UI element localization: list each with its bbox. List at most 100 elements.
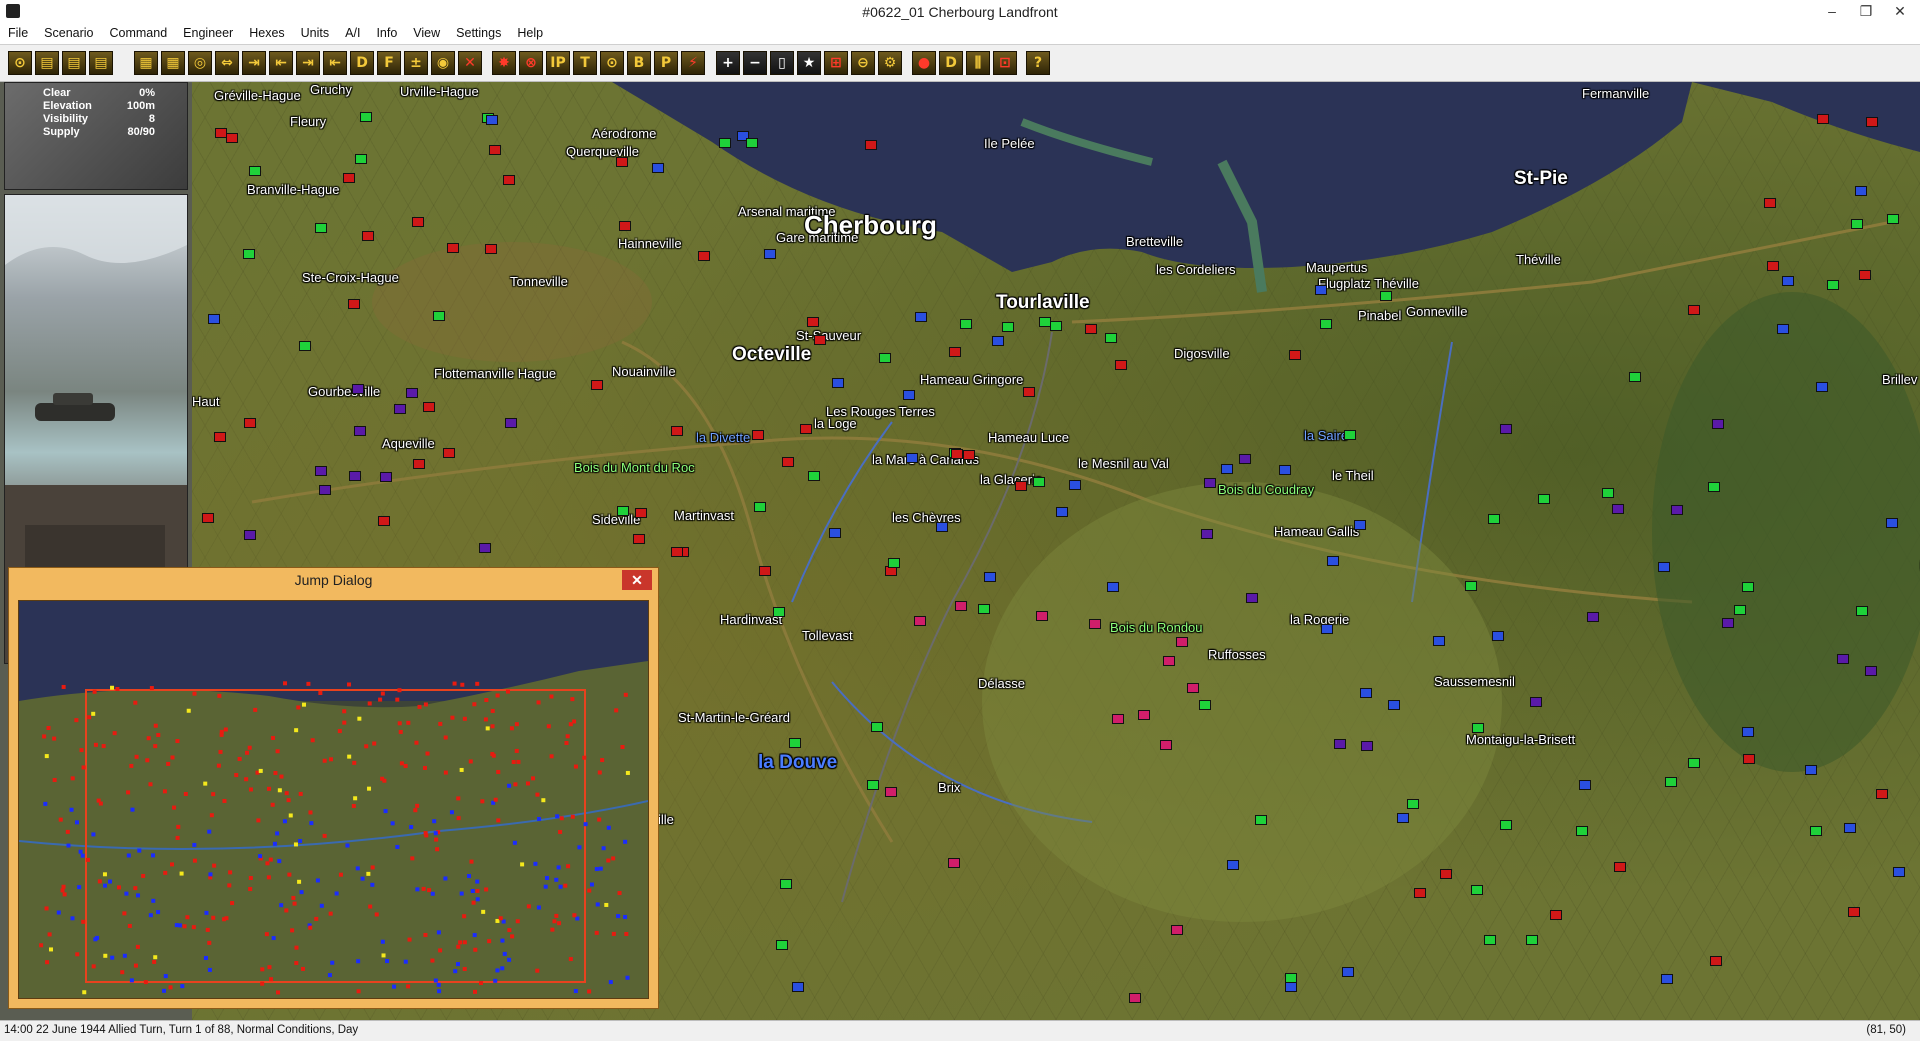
unit-counter[interactable] (1414, 888, 1427, 899)
unit-counter[interactable] (832, 377, 845, 388)
unit-counter[interactable] (314, 223, 327, 234)
toolbar-button[interactable]: ◉ (431, 51, 455, 75)
unit-counter[interactable] (1844, 822, 1857, 833)
unit-counter[interactable] (1885, 518, 1898, 529)
zoom-out-button[interactable]: − (743, 51, 767, 75)
unit-counter[interactable] (1279, 464, 1292, 475)
unit-counter[interactable] (1171, 925, 1184, 936)
unit-counter[interactable] (935, 521, 948, 532)
menu-file[interactable]: File (0, 24, 36, 40)
unit-counter[interactable] (671, 425, 684, 436)
unit-counter[interactable] (1254, 815, 1267, 826)
unit-counter[interactable] (446, 242, 459, 253)
unit-counter[interactable] (226, 132, 239, 143)
help-button[interactable]: ? (1026, 51, 1050, 75)
unit-counter[interactable] (754, 502, 767, 513)
unit-counter[interactable] (651, 163, 664, 174)
unit-counter[interactable] (1440, 869, 1453, 880)
minimap[interactable] (18, 600, 649, 999)
unit-counter[interactable] (361, 231, 374, 242)
toolbar-button[interactable]: ⇔ (215, 51, 239, 75)
unit-counter[interactable] (1810, 826, 1823, 837)
unit-counter[interactable] (977, 604, 990, 615)
unit-counter[interactable] (353, 425, 366, 436)
unit-counter[interactable] (1629, 372, 1642, 383)
unit-counter[interactable] (1855, 605, 1868, 616)
unit-counter[interactable] (315, 465, 328, 476)
unit-counter[interactable] (1526, 935, 1539, 946)
unit-counter[interactable] (1388, 699, 1401, 710)
unit-counter[interactable] (213, 432, 226, 443)
toolbar-button[interactable]: ▯ (770, 51, 794, 75)
unit-counter[interactable] (903, 390, 916, 401)
toolbar-button-t[interactable]: T (573, 51, 597, 75)
jump-dialog-close-button[interactable]: ✕ (622, 570, 652, 590)
unit-counter[interactable] (1186, 683, 1199, 694)
toolbar-button[interactable]: ▤ (89, 51, 113, 75)
unit-counter[interactable] (1764, 198, 1777, 209)
unit-counter[interactable] (486, 114, 499, 125)
unit-counter[interactable] (1315, 284, 1328, 295)
unit-counter[interactable] (484, 244, 497, 255)
menu-hexes[interactable]: Hexes (241, 24, 292, 40)
toolbar-button[interactable]: ⊙ (600, 51, 624, 75)
unit-counter[interactable] (1576, 825, 1589, 836)
toolbar-button[interactable]: ▦ (161, 51, 185, 75)
unit-counter[interactable] (1742, 726, 1755, 737)
menu-ai[interactable]: A/I (337, 24, 368, 40)
unit-counter[interactable] (616, 157, 629, 168)
unit-counter[interactable] (1137, 709, 1150, 720)
unit-counter[interactable] (829, 527, 842, 538)
unit-counter[interactable] (1487, 513, 1500, 524)
unit-counter[interactable] (405, 388, 418, 399)
unit-counter[interactable] (1712, 418, 1725, 429)
menu-settings[interactable]: Settings (448, 24, 509, 40)
unit-counter[interactable] (955, 601, 968, 612)
toolbar-button-cancel[interactable]: ✕ (458, 51, 482, 75)
unit-counter[interactable] (806, 316, 819, 327)
unit-counter[interactable] (984, 571, 997, 582)
unit-counter[interactable] (352, 383, 365, 394)
unit-counter[interactable] (348, 299, 361, 310)
unit-counter[interactable] (1360, 741, 1373, 752)
unit-counter[interactable] (1288, 350, 1301, 361)
unit-counter[interactable] (355, 154, 368, 165)
toolbar-button[interactable]: ⇥ (296, 51, 320, 75)
unit-counter[interactable] (948, 858, 961, 869)
unit-counter[interactable] (1670, 504, 1683, 515)
unit-counter[interactable] (906, 453, 919, 464)
unit-counter[interactable] (888, 558, 901, 569)
unit-counter[interactable] (1847, 907, 1860, 918)
unit-counter[interactable] (412, 459, 425, 470)
toolbar-button[interactable]: ⇤ (269, 51, 293, 75)
unit-counter[interactable] (884, 787, 897, 798)
unit-counter[interactable] (1865, 666, 1878, 677)
unit-counter[interactable] (207, 314, 220, 325)
unit-counter[interactable] (1396, 812, 1409, 823)
unit-counter[interactable] (1160, 740, 1173, 751)
unit-counter[interactable] (342, 172, 355, 183)
unit-counter[interactable] (1805, 765, 1818, 776)
unit-counter[interactable] (488, 145, 501, 156)
unit-counter[interactable] (1246, 592, 1259, 603)
unit-counter[interactable] (1708, 481, 1721, 492)
unit-counter[interactable] (1105, 332, 1118, 343)
toolbar-button[interactable]: ⇤ (323, 51, 347, 75)
unit-counter[interactable] (298, 340, 311, 351)
unit-counter[interactable] (590, 380, 603, 391)
toolbar-button[interactable]: ✸ (492, 51, 516, 75)
menu-info[interactable]: Info (368, 24, 405, 40)
toolbar-button[interactable]: ⊖ (851, 51, 875, 75)
unit-counter[interactable] (1538, 493, 1551, 504)
unit-counter[interactable] (1688, 757, 1701, 768)
unit-counter[interactable] (913, 616, 926, 627)
unit-counter[interactable] (1491, 630, 1504, 641)
unit-counter[interactable] (1220, 463, 1233, 474)
unit-counter[interactable] (1032, 476, 1045, 487)
unit-counter[interactable] (1781, 276, 1794, 287)
unit-counter[interactable] (1742, 582, 1755, 593)
unit-counter[interactable] (1664, 777, 1677, 788)
unit-counter[interactable] (1709, 955, 1722, 966)
unit-counter[interactable] (1601, 487, 1614, 498)
unit-counter[interactable] (962, 450, 975, 461)
